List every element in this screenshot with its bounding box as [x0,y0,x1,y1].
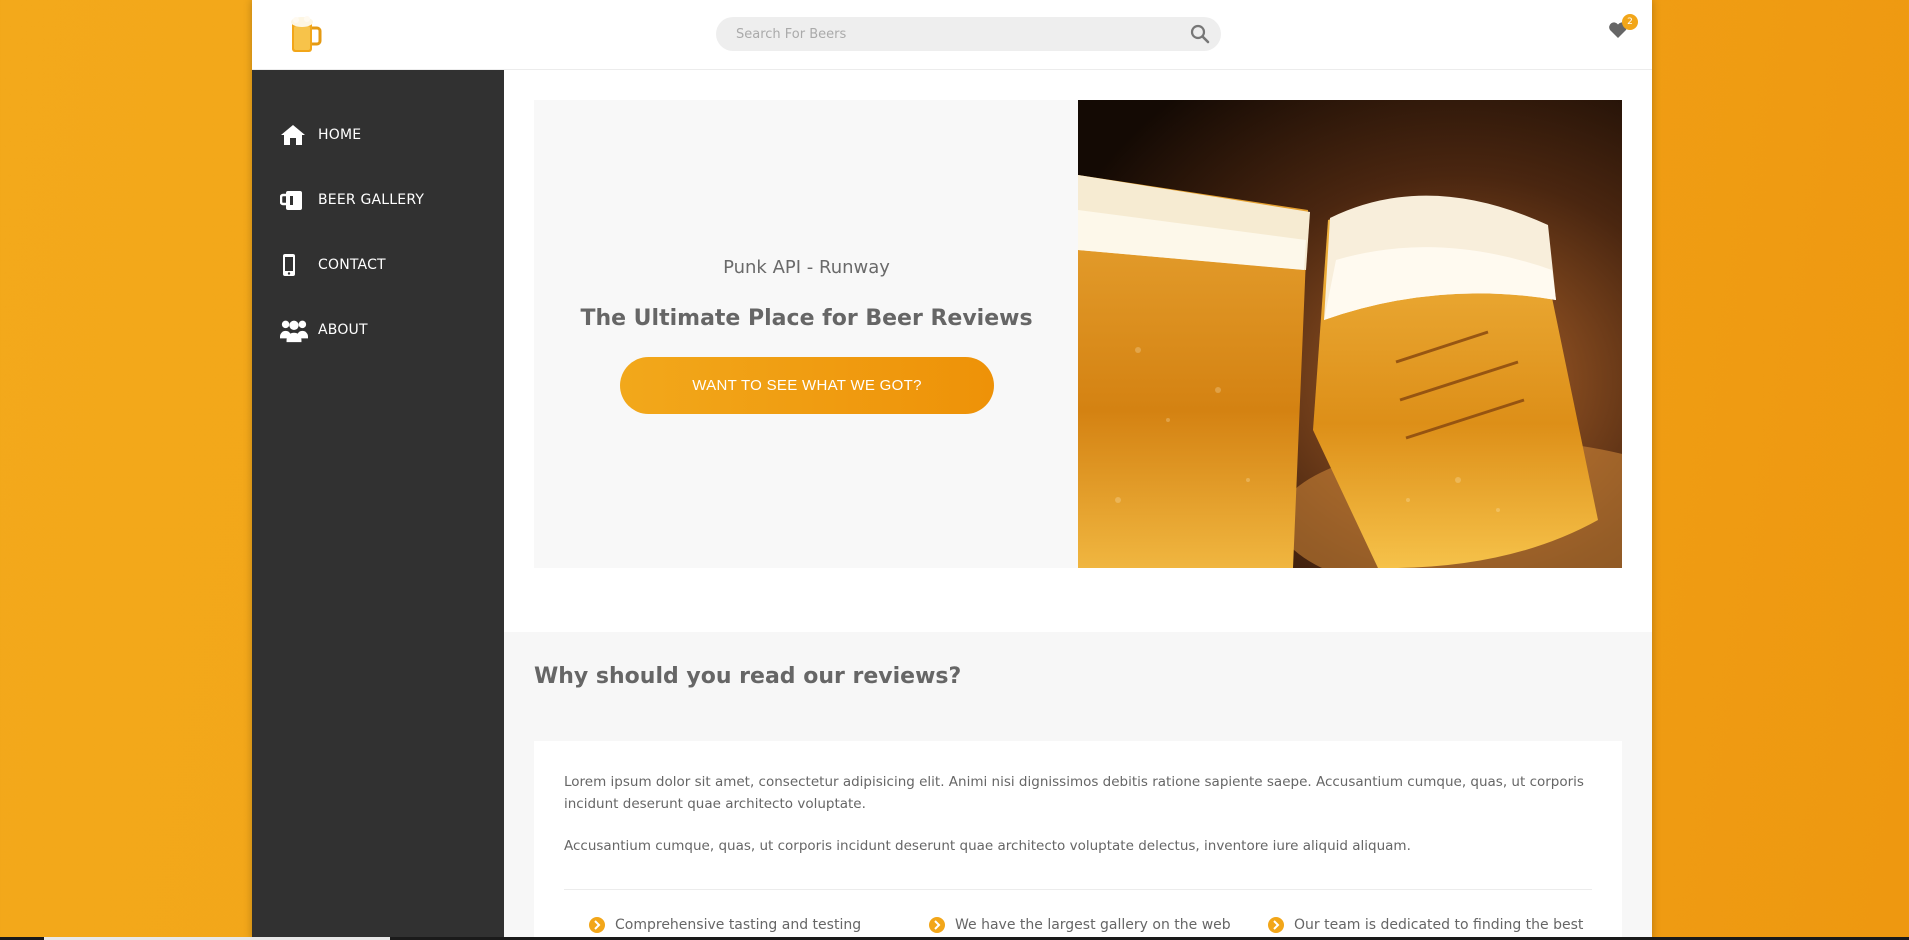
search-input[interactable] [716,17,1221,51]
sidebar-item-beer-gallery[interactable]: BEER GALLERY [280,185,424,215]
cta-button[interactable]: WANT TO SEE WHAT WE GOT? [620,357,994,414]
favorites-count-badge: 2 [1622,14,1638,30]
why-card: Lorem ipsum dolor sit amet, consectetur … [534,741,1622,940]
hero-text-panel: Punk API - Runway The Ultimate Place for… [534,100,1079,568]
sidebar-item-label: ABOUT [318,322,368,338]
feature-label: Comprehensive tasting and testing [615,917,862,933]
search-box [716,17,1221,51]
top-bar: 2 [252,0,1652,70]
feature-item: We have the largest gallery on the web [929,917,1231,933]
sidebar-item-label: HOME [318,127,362,143]
users-icon [280,317,308,343]
home-icon [280,122,308,148]
why-section: Why should you read our reviews? Lorem i… [504,632,1652,940]
divider [564,889,1592,890]
feature-label: Our team is dedicated to finding the bes… [1294,917,1584,933]
beer-mug-icon [280,187,308,213]
chevron-right-circle-icon [589,917,605,933]
why-paragraph: Accusantium cumque, quas, ut corporis in… [564,838,1411,854]
hero-subtitle: Punk API - Runway [723,257,890,278]
chevron-right-circle-icon [1268,917,1284,933]
why-heading: Why should you read our reviews? [534,664,962,689]
why-paragraph: Lorem ipsum dolor sit amet, consectetur … [564,774,1584,812]
chevron-right-circle-icon [929,917,945,933]
search-icon[interactable] [1190,24,1210,44]
feature-item: Comprehensive tasting and testing [589,917,861,933]
mobile-phone-icon [280,252,308,278]
sidebar-item-label: BEER GALLERY [318,192,425,208]
feature-label: We have the largest gallery on the web [955,917,1231,933]
beer-logo-icon[interactable] [288,14,322,56]
sidebar-item-label: CONTACT [318,257,386,273]
sidebar-item-about[interactable]: ABOUT [280,315,368,345]
sidebar: HOME BEER GALLERY CONTACT ABOUT [252,70,504,940]
feature-item: Our team is dedicated to finding the bes… [1268,917,1583,933]
hero-title: The Ultimate Place for Beer Reviews [580,306,1033,331]
hero-beer-image [1078,100,1622,568]
page-frame: 2 HOME BEER GALLERY [252,0,1652,940]
favorites-button[interactable]: 2 [1608,14,1638,43]
sidebar-item-contact[interactable]: CONTACT [280,250,386,280]
sidebar-item-home[interactable]: HOME [280,120,361,150]
